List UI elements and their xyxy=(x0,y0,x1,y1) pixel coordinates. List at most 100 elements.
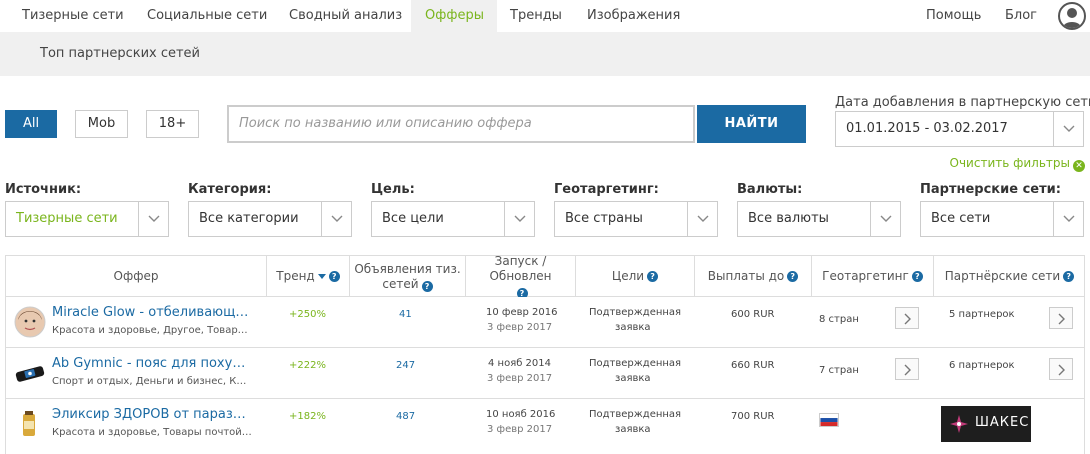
chevron-right-icon xyxy=(1058,313,1065,325)
networks-select[interactable]: Все сети xyxy=(920,201,1084,237)
subnav-top-affiliate-networks[interactable]: Топ партнерских сетей xyxy=(40,32,200,76)
trend-value: +250% xyxy=(289,309,326,320)
goal-text-2: заявка xyxy=(615,424,651,435)
goal-label: Цель: xyxy=(371,182,415,197)
trend-value: +182% xyxy=(289,411,326,422)
offers-table: Оффер Тренд? Объявления тиз. сетей? Запу… xyxy=(5,254,1085,454)
filter-all-button[interactable]: All xyxy=(5,110,57,138)
payout-value: 660 RUR xyxy=(731,360,775,371)
payout-value: 700 RUR xyxy=(731,411,775,422)
nav-trends[interactable]: Тренды xyxy=(496,0,576,32)
nav-images[interactable]: Изображения xyxy=(573,0,694,32)
networks-expand-button[interactable] xyxy=(1049,307,1073,329)
currency-value: Все валюты xyxy=(748,211,829,226)
col-payouts-label: Выплаты до xyxy=(707,269,785,283)
geo-expand-button[interactable] xyxy=(895,358,919,380)
col-payouts[interactable]: Выплаты до? xyxy=(694,256,811,297)
chevron-down-icon xyxy=(504,202,534,236)
chevron-down-icon xyxy=(870,202,900,236)
col-networks[interactable]: Партнёрские сети? xyxy=(933,256,1085,297)
col-launch[interactable]: Запуск / Обновлен? xyxy=(465,254,575,299)
filter-18plus-button[interactable]: 18+ xyxy=(146,110,199,138)
offer-thumbnail xyxy=(23,411,35,436)
help-icon[interactable]: ? xyxy=(421,280,433,292)
col-goals-label: Цели xyxy=(611,269,645,283)
star-logo-icon xyxy=(950,415,968,433)
chevron-down-icon xyxy=(138,202,168,236)
russia-flag-icon xyxy=(819,413,839,427)
date-range-value: 01.01.2015 - 03.02.2017 xyxy=(846,121,1008,136)
chevron-right-icon xyxy=(904,313,911,325)
networks-label: Партнерские сети: xyxy=(920,182,1061,197)
offer-title-link[interactable]: Эликсир ЗДОРОВ от паразит... xyxy=(52,407,252,422)
offer-title-link[interactable]: Ab Gymnic - пояс для похуд... xyxy=(52,356,252,371)
date-range-label: Дата добавления в партнерскую сеть xyxy=(835,95,1090,110)
table-row[interactable]: Miracle Glow - отбеливающа... Красота и … xyxy=(6,297,1084,348)
networks-expand-button[interactable] xyxy=(1049,358,1073,380)
sort-desc-icon xyxy=(317,274,326,279)
goal-select[interactable]: Все цели xyxy=(371,201,535,237)
table-row[interactable]: Эликсир ЗДОРОВ от паразит... Красота и з… xyxy=(6,399,1084,454)
geo-expand-button[interactable] xyxy=(895,307,919,329)
nav-summary-analysis[interactable]: Сводный анализ xyxy=(275,0,416,32)
updated-date: 3 февр 2017 xyxy=(487,424,553,435)
geo-value: Все страны xyxy=(565,211,643,226)
category-select[interactable]: Все категории xyxy=(188,201,352,237)
goal-value: Все цели xyxy=(382,211,444,226)
filter-mob-button[interactable]: Mob xyxy=(75,110,128,138)
updated-date: 3 февр 2017 xyxy=(487,373,553,384)
source-value: Тизерные сети xyxy=(16,211,118,226)
date-range-select[interactable]: 01.01.2015 - 03.02.2017 xyxy=(835,111,1084,147)
trend-value: +222% xyxy=(289,360,326,371)
help-icon[interactable]: ? xyxy=(1063,271,1075,282)
nav-blog[interactable]: Блог xyxy=(991,0,1051,32)
help-icon[interactable]: ? xyxy=(647,271,659,282)
col-offer[interactable]: Оффер xyxy=(6,256,266,297)
col-geo[interactable]: Геотаргетинг? xyxy=(811,256,933,297)
offer-categories: Спорт и отдых, Деньги и бизнес, Кра... xyxy=(52,376,252,387)
goal-text: Подтвержденная xyxy=(589,409,682,420)
goal-text-2: заявка xyxy=(615,373,651,384)
nav-help[interactable]: Помощь xyxy=(912,0,995,32)
ads-count[interactable]: 487 xyxy=(396,411,415,422)
help-icon[interactable]: ? xyxy=(911,271,923,282)
network-logo[interactable]: ШАКЕС xyxy=(941,406,1031,442)
chevron-down-icon xyxy=(1053,202,1083,236)
help-icon[interactable]: ? xyxy=(328,271,340,282)
nav-offers[interactable]: Офферы xyxy=(411,0,497,32)
search-input[interactable]: Поиск по названию или описанию оффера xyxy=(227,105,695,143)
networks-count: 6 партнерок xyxy=(949,360,1015,371)
launch-date: 10 февр 2016 xyxy=(486,307,558,318)
currency-label: Валюты: xyxy=(737,182,803,197)
ads-count[interactable]: 247 xyxy=(396,360,415,371)
user-avatar[interactable] xyxy=(1058,2,1086,30)
network-logo-text: ШАКЕС xyxy=(975,415,1030,430)
offer-title-link[interactable]: Miracle Glow - отбеливающа... xyxy=(52,305,252,320)
category-label: Категория: xyxy=(188,182,272,197)
table-row[interactable]: Ab Gymnic - пояс для похуд... Спорт и от… xyxy=(6,348,1084,399)
currency-select[interactable]: Все валюты xyxy=(737,201,901,237)
col-ads[interactable]: Объявления тиз. сетей? xyxy=(349,256,465,297)
close-icon: ✕ xyxy=(1073,160,1085,172)
launch-date: 4 нояб 2014 xyxy=(488,358,552,369)
col-trend[interactable]: Тренд? xyxy=(266,256,349,297)
chevron-down-icon xyxy=(687,202,717,236)
offer-thumbnail xyxy=(14,306,46,338)
chevron-down-icon xyxy=(321,202,351,236)
launch-date: 10 нояб 2016 xyxy=(486,409,556,420)
clear-filters-link[interactable]: Очистить фильтры ✕ xyxy=(950,156,1085,172)
col-goals[interactable]: Цели? xyxy=(575,256,694,297)
geo-select[interactable]: Все страны xyxy=(554,201,718,237)
nav-teaser-networks[interactable]: Тизерные сети xyxy=(8,0,138,32)
chevron-right-icon xyxy=(1058,364,1065,376)
offer-thumbnail xyxy=(15,366,45,382)
user-icon xyxy=(1063,8,1081,28)
col-networks-label: Партнёрские сети xyxy=(944,269,1061,283)
help-icon[interactable]: ? xyxy=(787,271,799,282)
networks-count: 5 партнерок xyxy=(949,309,1015,320)
networks-value: Все сети xyxy=(931,211,991,226)
source-select[interactable]: Тизерные сети xyxy=(5,201,169,237)
nav-social-networks[interactable]: Социальные сети xyxy=(133,0,281,32)
find-button[interactable]: НАЙТИ xyxy=(697,105,806,143)
ads-count[interactable]: 41 xyxy=(399,309,412,320)
